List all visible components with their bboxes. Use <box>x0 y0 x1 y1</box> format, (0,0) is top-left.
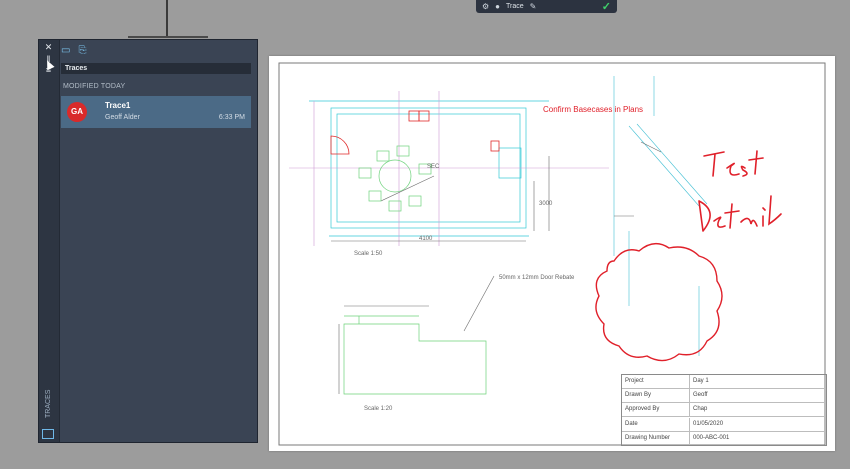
title-block-key: Date <box>622 417 690 432</box>
close-icon[interactable]: ✕ <box>42 41 55 53</box>
markup-text: Confirm Basecases in Plans <box>543 105 644 114</box>
title-block: Project Day 1 Drawn By Geoff Approved By… <box>621 374 827 446</box>
palette-strip: ✕ ‖ ≡ TRACES <box>39 40 60 442</box>
pen-icon[interactable]: ✎ <box>530 2 537 11</box>
revision-cloud <box>595 243 723 362</box>
furniture <box>358 145 432 212</box>
dimension-text: 3000 <box>539 201 553 207</box>
trace-owner: Geoff Alder <box>105 114 140 121</box>
drawing-sheet[interactable]: Confirm Basecases in Plans 50mm x 12mm D… <box>269 56 835 451</box>
check-icon[interactable]: ✓ <box>602 0 611 13</box>
palette-toolbar: ▭ ⎘ <box>61 45 86 56</box>
title-block-key: Drawing Number <box>622 431 690 445</box>
trace-toolbar: ⚙ ● Trace ✎ ✓ <box>476 0 617 13</box>
title-block-value: 000-ABC-001 <box>693 434 730 441</box>
new-trace-icon[interactable]: ▭ <box>61 45 70 56</box>
trace-settings-icon[interactable]: ⎘ <box>78 45 86 56</box>
title-block-value: Day 1 <box>690 375 826 389</box>
reference-label: SEC <box>427 164 440 170</box>
title-block-key: Drawn By <box>622 389 690 404</box>
trace-name: Trace1 <box>105 101 131 110</box>
title-block-value: Chap <box>690 403 826 418</box>
avatar: GA <box>67 102 87 122</box>
palette-header: Traces <box>61 63 251 74</box>
red-items <box>330 110 500 155</box>
avatar-icon: ● <box>495 2 501 11</box>
crosshair-line <box>166 0 168 38</box>
scale-label: Scale 1:50 <box>354 251 383 257</box>
gear-icon[interactable]: ⚙ <box>482 2 489 11</box>
palette-title: TRACES <box>45 389 52 418</box>
dimension-text: 4100 <box>419 236 433 242</box>
title-block-value: Geoff <box>690 389 826 404</box>
callout-text: 50mm x 12mm Door Rebate <box>499 275 575 281</box>
title-block-value: 01/05/2020 <box>690 418 826 432</box>
detail-annotation <box>463 141 662 332</box>
scale-label: Scale 1:20 <box>364 406 393 412</box>
traces-palette: ✕ ‖ ≡ TRACES ▭ ⎘ Traces MODIFIED TODAY G… <box>38 39 258 443</box>
section-label: MODIFIED TODAY <box>63 83 126 90</box>
crosshair-base <box>128 36 208 38</box>
section-detail <box>343 315 487 395</box>
palette-icon <box>42 429 54 439</box>
trace-list-item[interactable]: GA Trace1 Geoff Alder 6:33 PM <box>61 96 251 128</box>
title-block-key: Project <box>622 375 690 389</box>
trace-toolbar-label: Trace <box>506 3 524 10</box>
trace-time: 6:33 PM <box>218 114 245 121</box>
title-block-key: Approved By <box>622 403 690 418</box>
redline-handwriting <box>698 150 782 232</box>
